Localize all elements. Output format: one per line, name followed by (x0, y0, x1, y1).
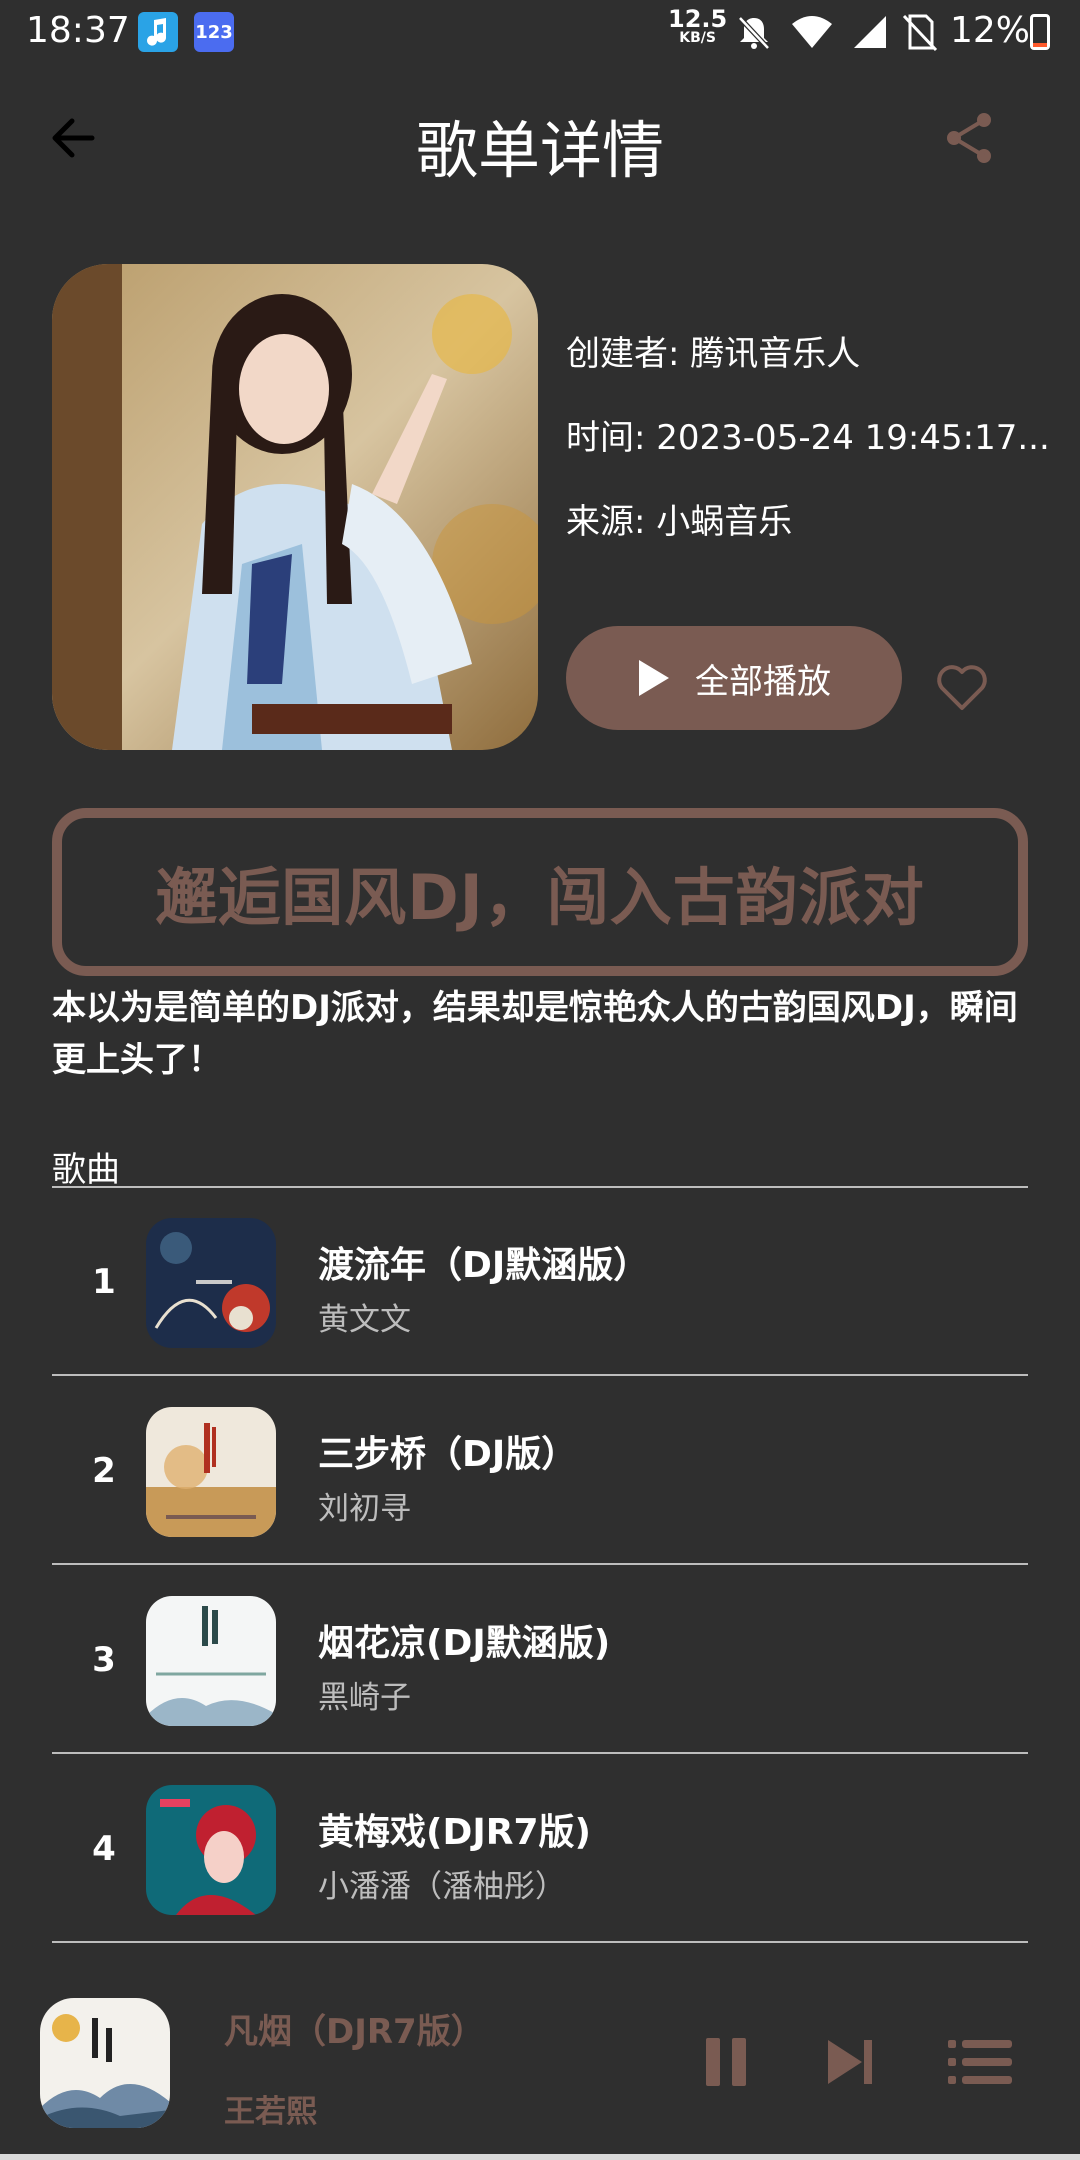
page-title: 歌单详情 (415, 114, 664, 187)
song-row[interactable]: 1 渡流年（DJ默涵版） 黄文文 (52, 1188, 1028, 1376)
song-index: 1 (92, 1262, 116, 1302)
songs-section-label: 歌曲 (52, 1150, 120, 1190)
song-artist: 小潘潘（潘柚彤） (318, 1869, 566, 1905)
keyboard-123-icon: 123 (194, 12, 234, 52)
divider (52, 1752, 1028, 1754)
now-playing-cover[interactable] (40, 1998, 170, 2128)
banner-text: 邂逅国风DJ，闯入古韵派对 (155, 861, 925, 934)
battery-percent: 12% (950, 10, 1031, 51)
share-button[interactable] (940, 108, 1000, 168)
battery-icon (1030, 14, 1050, 50)
signal-icon (850, 12, 890, 52)
song-artist: 刘初寻 (318, 1491, 411, 1527)
playlist-time: 时间: 2023-05-24 19:45:17... (566, 418, 1050, 458)
playlist-creator: 创建者: 腾讯音乐人 (566, 334, 861, 374)
song-title: 三步桥（DJ版） (318, 1434, 578, 1475)
network-speed-value: 12.5 (668, 5, 728, 33)
song-cover (146, 1407, 276, 1537)
song-title: 渡流年（DJ默涵版） (318, 1245, 650, 1286)
playlist-banner: 邂逅国风DJ，闯入古韵派对 (52, 808, 1028, 976)
play-icon (639, 660, 669, 696)
no-sim-icon (900, 12, 940, 52)
skip-next-icon (828, 2040, 872, 2084)
song-index: 2 (92, 1451, 116, 1491)
network-speed: 12.5 KB/S (668, 5, 728, 46)
bell-off-icon (734, 12, 774, 52)
song-index: 3 (92, 1640, 116, 1680)
song-title: 烟花凉(DJ默涵版) (318, 1623, 611, 1664)
play-all-label: 全部播放 (695, 661, 831, 702)
favorite-button[interactable] (934, 660, 990, 716)
song-artist: 黑崎子 (318, 1680, 411, 1716)
song-cover (146, 1218, 276, 1348)
play-all-button[interactable]: 全部播放 (566, 626, 902, 730)
playlist-cover (52, 264, 538, 750)
song-artist: 黄文文 (318, 1302, 411, 1338)
divider (52, 1374, 1028, 1376)
pause-icon (706, 2038, 746, 2086)
song-row[interactable]: 2 三步桥（DJ版） 刘初寻 (52, 1377, 1028, 1565)
song-row[interactable]: 4 黄梅戏(DJR7版) 小潘潘（潘柚彤） (52, 1755, 1028, 1943)
song-index: 4 (92, 1829, 116, 1869)
share-icon (947, 113, 991, 163)
song-title: 黄梅戏(DJR7版) (318, 1812, 591, 1853)
playlist-source: 来源: 小蜗音乐 (566, 502, 793, 542)
music-note-icon (138, 12, 178, 52)
list-icon (948, 2040, 1012, 2084)
divider (52, 1941, 1028, 1943)
song-cover (146, 1596, 276, 1726)
song-cover (146, 1785, 276, 1915)
status-time: 18:37 (26, 10, 130, 51)
now-playing-artist[interactable]: 王若熙 (224, 2086, 317, 2131)
wifi-icon (790, 12, 832, 52)
playlist-queue-button[interactable] (946, 2034, 1016, 2090)
heart-icon (937, 665, 987, 710)
now-playing-title[interactable]: 凡烟（DJR7版） (224, 2004, 485, 2053)
next-button[interactable] (818, 2034, 882, 2090)
home-indicator (0, 2154, 1080, 2160)
divider (52, 1563, 1028, 1565)
playlist-description: 本以为是简单的DJ派对，结果却是惊艳众人的古韵国风DJ，瞬间更上头了！ (52, 988, 1018, 1080)
pause-button[interactable] (694, 2034, 758, 2090)
song-row[interactable]: 3 烟花凉(DJ默涵版) 黑崎子 (52, 1566, 1028, 1754)
